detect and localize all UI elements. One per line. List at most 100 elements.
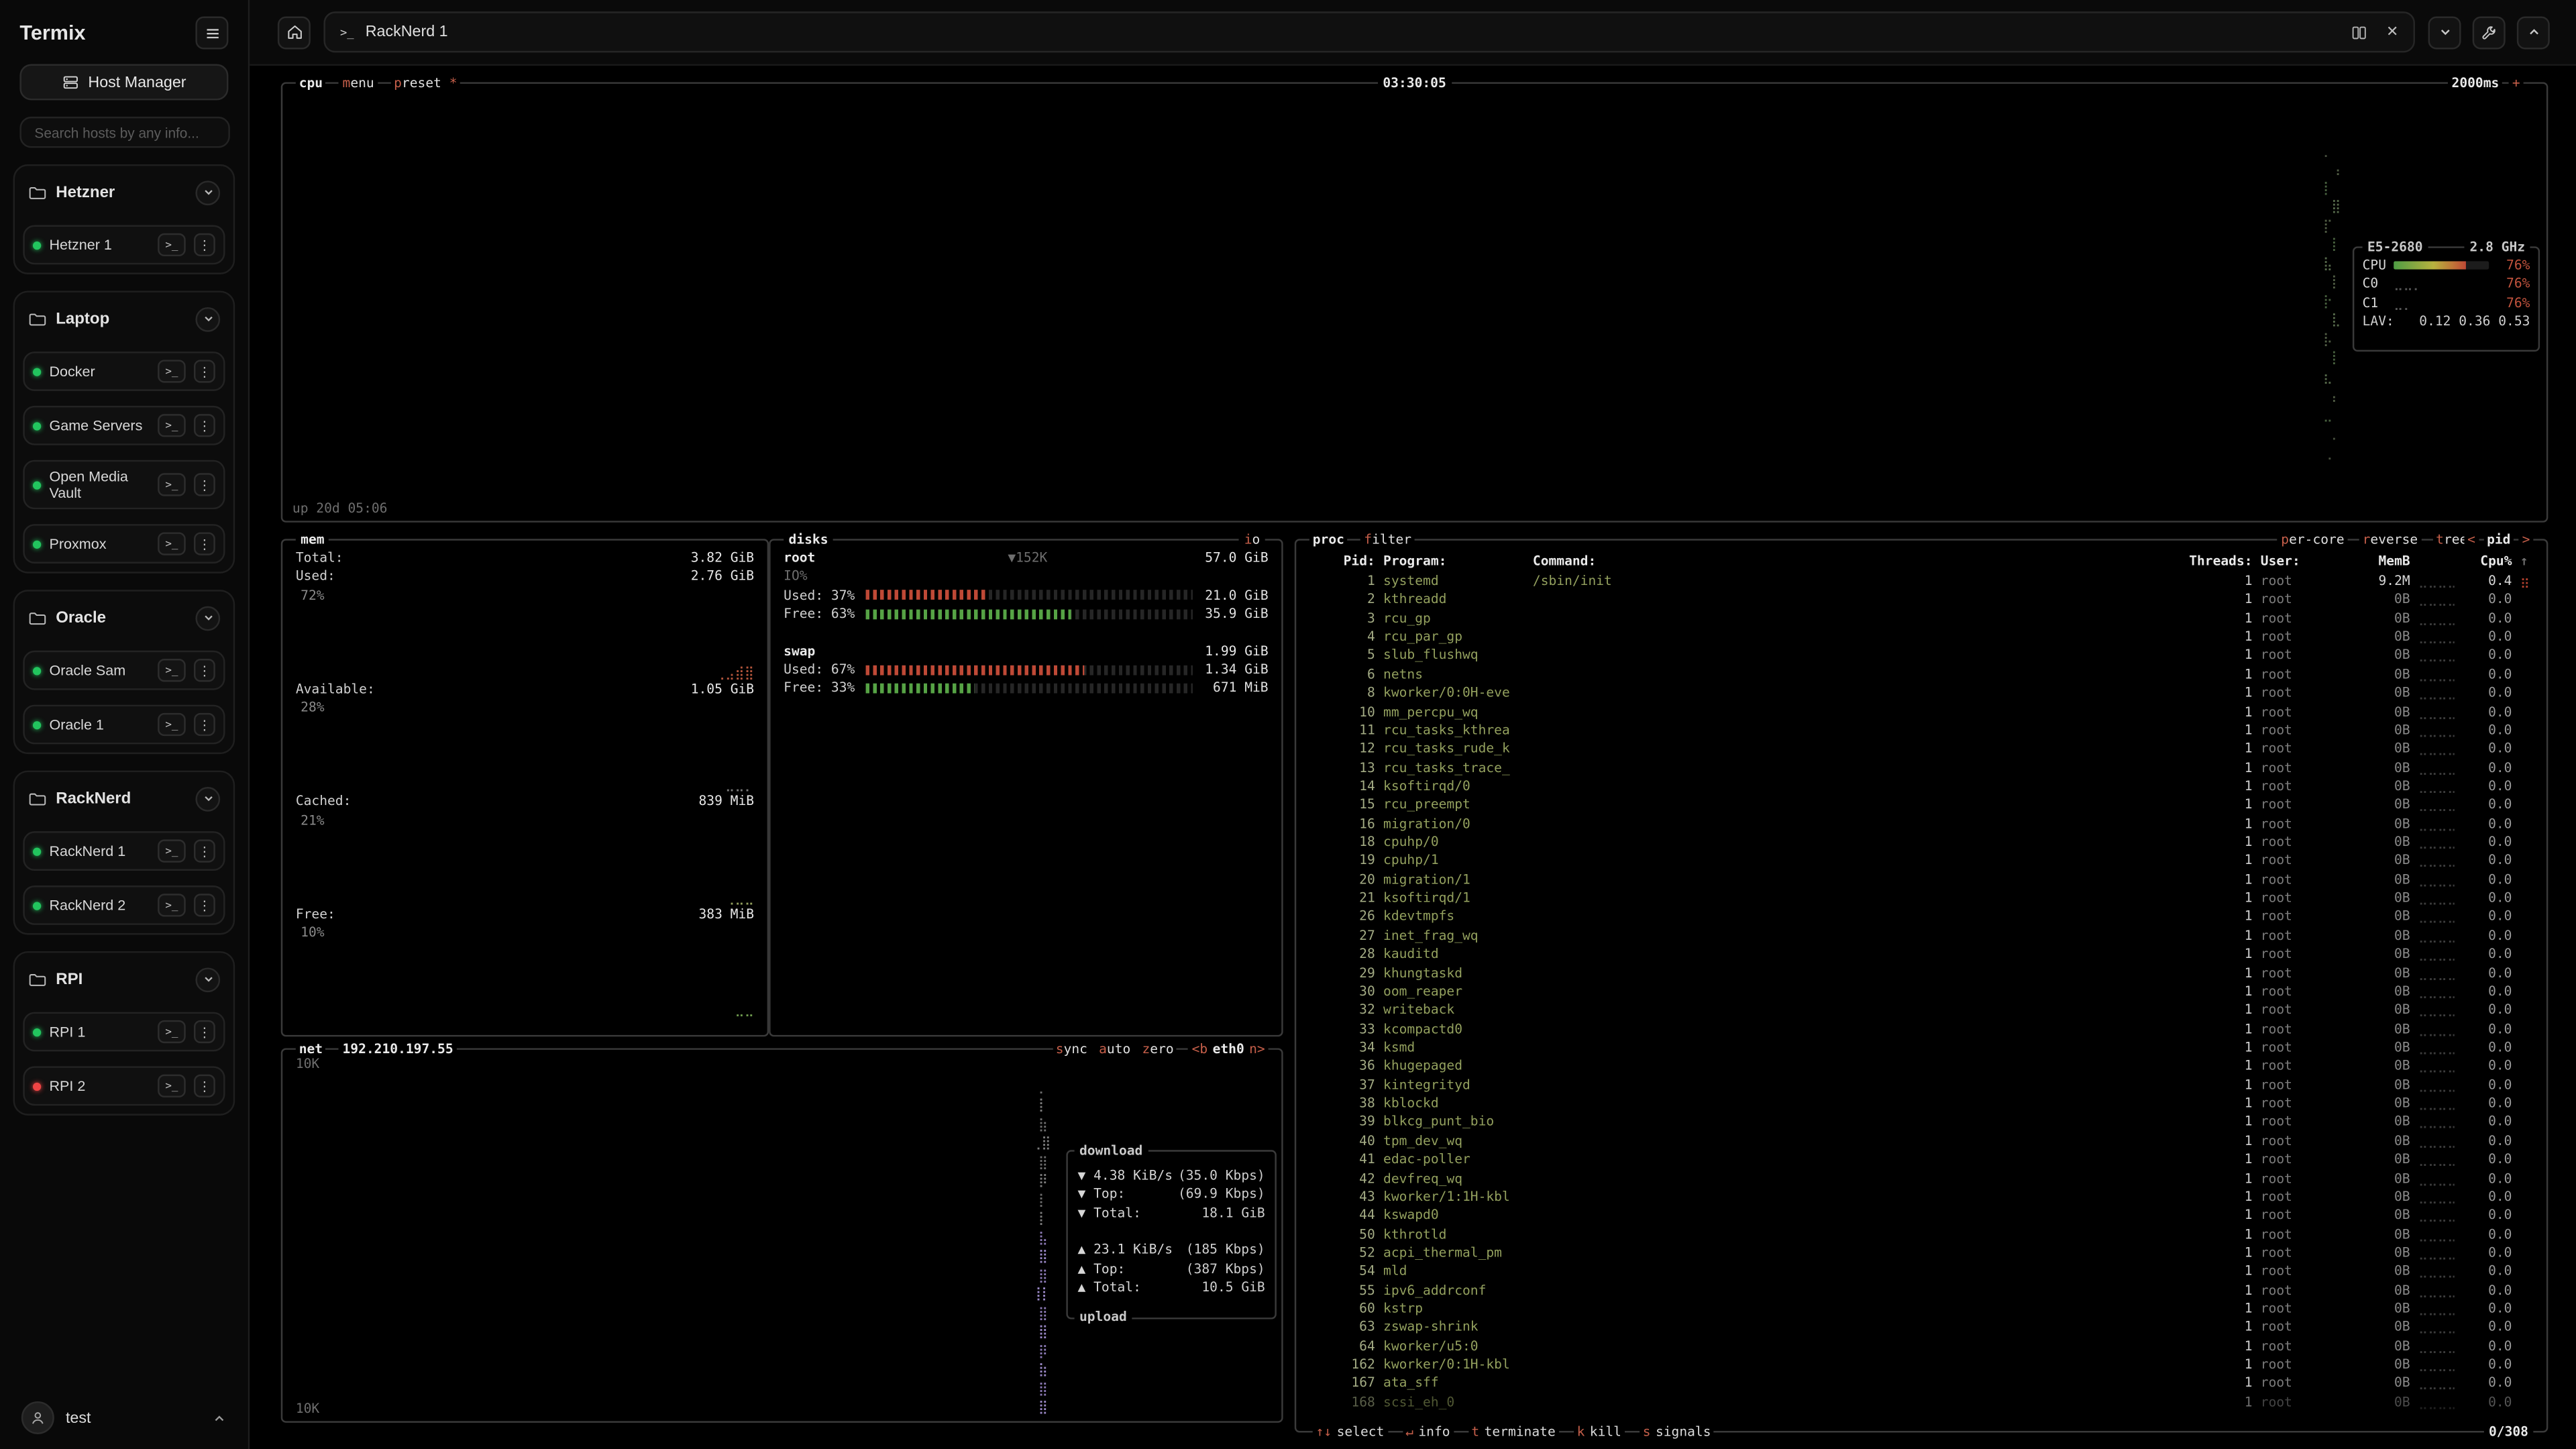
process-row[interactable]: 64 kworker/u5:0 1 root 0B ⣀⣀⣀⣀ 0.0 <box>1296 1337 2546 1356</box>
process-row[interactable]: 4 rcu_par_gp 1 root 0B ⣀⣀⣀⣀ 0.0 <box>1296 628 2546 647</box>
process-row[interactable]: 3 rcu_gp 1 root 0B ⣀⣀⣀⣀ 0.0 <box>1296 609 2546 628</box>
process-row[interactable]: 50 kthrotld 1 root 0B ⣀⣀⣀⣀ 0.0 <box>1296 1225 2546 1244</box>
host-connect-button[interactable]: >_ <box>158 713 186 736</box>
sort-prev[interactable]: < <box>2464 532 2479 547</box>
process-row[interactable]: 20 migration/1 1 root 0B ⣀⣀⣀⣀ 0.0 <box>1296 870 2546 889</box>
proc-footer-button[interactable]: ↵ info <box>1402 1424 1453 1439</box>
host-item[interactable]: RPI 2 >_ ⋮ <box>23 1067 225 1106</box>
host-menu-button[interactable]: ⋮ <box>194 1020 215 1043</box>
group-header[interactable]: Oracle <box>23 600 225 636</box>
search-input[interactable] <box>19 117 229 148</box>
process-row[interactable]: 44 kswapd0 1 root 0B ⣀⣀⣀⣀ 0.0 <box>1296 1206 2546 1225</box>
process-row[interactable]: 28 kauditd 1 root 0B ⣀⣀⣀⣀ 0.0 <box>1296 945 2546 964</box>
host-manager-button[interactable]: Host Manager <box>19 64 228 101</box>
process-row[interactable]: 41 edac-poller 1 root 0B ⣀⣀⣀⣀ 0.0 <box>1296 1150 2546 1169</box>
preset-button[interactable]: preset * <box>390 76 460 91</box>
process-row[interactable]: 38 kblockd 1 root 0B ⣀⣀⣀⣀ 0.0 <box>1296 1094 2546 1113</box>
process-row[interactable]: 52 acpi_thermal_pm 1 root 0B ⣀⣀⣀⣀ 0.0 <box>1296 1244 2546 1263</box>
host-menu-button[interactable]: ⋮ <box>194 233 215 256</box>
process-row[interactable]: 19 cpuhp/1 1 root 0B ⣀⣀⣀⣀ 0.0 <box>1296 852 2546 871</box>
process-row[interactable]: 8 kworker/0:0H-eve 1 root 0B ⣀⣀⣀⣀ 0.0 <box>1296 684 2546 702</box>
process-row[interactable]: 167 ata_sff 1 root 0B ⣀⣀⣀⣀ 0.0 <box>1296 1374 2546 1393</box>
host-menu-button[interactable]: ⋮ <box>194 474 215 496</box>
process-row[interactable]: 16 migration/0 1 root 0B ⣀⣀⣀⣀ 0.0 <box>1296 814 2546 833</box>
net-toggle-sync[interactable]: sync <box>1056 1042 1087 1057</box>
sort-selector[interactable]: < pid > <box>2464 532 2533 547</box>
group-header[interactable]: Laptop <box>23 301 225 337</box>
host-connect-button[interactable]: >_ <box>158 474 186 496</box>
group-toggle-button[interactable] <box>195 606 220 631</box>
interface-prev[interactable]: <b <box>1192 1042 1208 1057</box>
host-item[interactable]: RPI 1 >_ ⋮ <box>23 1012 225 1052</box>
group-header[interactable]: Hetzner <box>23 174 225 211</box>
process-row[interactable]: 10 mm_percpu_wq 1 root 0B ⣀⣀⣀⣀ 0.0 <box>1296 702 2546 721</box>
process-row[interactable]: 37 kintegrityd 1 root 0B ⣀⣀⣀⣀ 0.0 <box>1296 1075 2546 1094</box>
group-header[interactable]: RackNerd <box>23 781 225 817</box>
process-row[interactable]: 11 rcu_tasks_kthrea 1 root 0B ⣀⣀⣀⣀ 0.0 <box>1296 721 2546 740</box>
sidebar-menu-button[interactable] <box>195 16 228 49</box>
sort-next[interactable]: > <box>2519 532 2534 547</box>
process-row[interactable]: 18 cpuhp/0 1 root 0B ⣀⣀⣀⣀ 0.0 <box>1296 833 2546 852</box>
process-row[interactable]: 34 ksmd 1 root 0B ⣀⣀⣀⣀ 0.0 <box>1296 1038 2546 1057</box>
filter-button[interactable]: filter <box>1360 532 1415 547</box>
process-row[interactable]: 14 ksoftirqd/0 1 root 0B ⣀⣀⣀⣀ 0.0 <box>1296 777 2546 796</box>
process-row[interactable]: 5 slub_flushwq 1 root 0B ⣀⣀⣀⣀ 0.0 <box>1296 647 2546 665</box>
host-item[interactable]: Proxmox >_ ⋮ <box>23 525 225 564</box>
process-row[interactable]: 33 kcompactd0 1 root 0B ⣀⣀⣀⣀ 0.0 <box>1296 1020 2546 1038</box>
host-menu-button[interactable]: ⋮ <box>194 360 215 382</box>
host-menu-button[interactable]: ⋮ <box>194 840 215 863</box>
process-row[interactable]: 15 rcu_preempt 1 root 0B ⣀⣀⣀⣀ 0.0 <box>1296 796 2546 814</box>
net-toggle-auto[interactable]: auto <box>1099 1042 1130 1057</box>
process-row[interactable]: 6 netns 1 root 0B ⣀⣀⣀⣀ 0.0 <box>1296 665 2546 684</box>
proc-option-per-core[interactable]: per-core <box>2277 532 2347 547</box>
process-row[interactable]: 40 tpm_dev_wq 1 root 0B ⣀⣀⣀⣀ 0.0 <box>1296 1132 2546 1150</box>
menu-button[interactable]: menu <box>339 76 378 91</box>
process-row[interactable]: 39 blkcg_punt_bio 1 root 0B ⣀⣀⣀⣀ 0.0 <box>1296 1113 2546 1132</box>
host-item[interactable]: Docker >_ ⋮ <box>23 352 225 391</box>
net-toggle-zero[interactable]: zero <box>1142 1042 1173 1057</box>
process-row[interactable]: 13 rcu_tasks_trace_ 1 root 0B ⣀⣀⣀⣀ 0.0 <box>1296 758 2546 777</box>
host-connect-button[interactable]: >_ <box>158 1020 186 1043</box>
interface-next[interactable]: n> <box>1249 1042 1265 1057</box>
process-row[interactable]: 63 zswap-shrink 1 root 0B ⣀⣀⣀⣀ 0.0 <box>1296 1318 2546 1337</box>
host-menu-button[interactable]: ⋮ <box>194 414 215 437</box>
home-button[interactable] <box>278 15 311 48</box>
host-connect-button[interactable]: >_ <box>158 233 186 256</box>
host-item[interactable]: RackNerd 2 >_ ⋮ <box>23 886 225 926</box>
host-menu-button[interactable]: ⋮ <box>194 894 215 917</box>
process-row[interactable]: 29 khungtaskd 1 root 0B ⣀⣀⣀⣀ 0.0 <box>1296 963 2546 982</box>
host-item[interactable]: RackNerd 1 >_ ⋮ <box>23 832 225 871</box>
process-row[interactable]: 32 writeback 1 root 0B ⣀⣀⣀⣀ 0.0 <box>1296 1001 2546 1020</box>
host-menu-button[interactable]: ⋮ <box>194 1075 215 1097</box>
interface-switcher[interactable]: <b eth0 n> <box>1189 1042 1269 1057</box>
host-connect-button[interactable]: >_ <box>158 1075 186 1097</box>
terminal[interactable]: cpu menu preset * 03:30:05 2000ms + up 2… <box>250 66 2576 1449</box>
group-toggle-button[interactable] <box>195 307 220 331</box>
process-row[interactable]: 21 ksoftirqd/1 1 root 0B ⣀⣀⣀⣀ 0.0 <box>1296 889 2546 908</box>
group-header[interactable]: RPI <box>23 961 225 998</box>
proc-footer-button[interactable]: k kill <box>1574 1424 1625 1439</box>
proc-footer-button[interactable]: s signals <box>1640 1424 1715 1439</box>
process-row[interactable]: 12 rcu_tasks_rude_k 1 root 0B ⣀⣀⣀⣀ 0.0 <box>1296 740 2546 759</box>
process-row[interactable]: 2 kthreadd 1 root 0B ⣀⣀⣀⣀ 0.0 <box>1296 590 2546 609</box>
process-row[interactable]: 60 kstrp 1 root 0B ⣀⣀⣀⣀ 0.0 <box>1296 1299 2546 1318</box>
proc-footer-button[interactable]: ↑↓ select <box>1313 1424 1388 1439</box>
proc-footer-button[interactable]: t terminate <box>1468 1424 1559 1439</box>
close-tab-icon[interactable]: ✕ <box>2386 25 2398 40</box>
host-menu-button[interactable]: ⋮ <box>194 533 215 555</box>
proc-option-reverse[interactable]: reverse <box>2359 532 2421 547</box>
interval-increase-button[interactable]: + <box>2509 76 2524 91</box>
host-item[interactable]: Hetzner 1 >_ ⋮ <box>23 225 225 265</box>
process-row[interactable]: 26 kdevtmpfs 1 root 0B ⣀⣀⣀⣀ 0.0 <box>1296 908 2546 926</box>
process-row[interactable]: 162 kworker/0:1H-kbl 1 root 0B ⣀⣀⣀⣀ 0.0 <box>1296 1356 2546 1375</box>
host-menu-button[interactable]: ⋮ <box>194 713 215 736</box>
process-row[interactable]: 30 oom_reaper 1 root 0B ⣀⣀⣀⣀ 0.0 <box>1296 982 2546 1001</box>
terminal-tab[interactable]: >_ RackNerd 1 ✕ <box>323 11 2415 52</box>
process-row[interactable]: 43 kworker/1:1H-kbl 1 root 0B ⣀⣀⣀⣀ 0.0 <box>1296 1187 2546 1206</box>
process-row[interactable]: 54 mld 1 root 0B ⣀⣀⣀⣀ 0.0 <box>1296 1263 2546 1281</box>
host-menu-button[interactable]: ⋮ <box>194 659 215 682</box>
group-toggle-button[interactable] <box>195 786 220 811</box>
panel-down-button[interactable] <box>2428 15 2461 48</box>
split-view-icon[interactable] <box>2352 24 2368 40</box>
host-item[interactable]: Game Servers >_ ⋮ <box>23 406 225 445</box>
